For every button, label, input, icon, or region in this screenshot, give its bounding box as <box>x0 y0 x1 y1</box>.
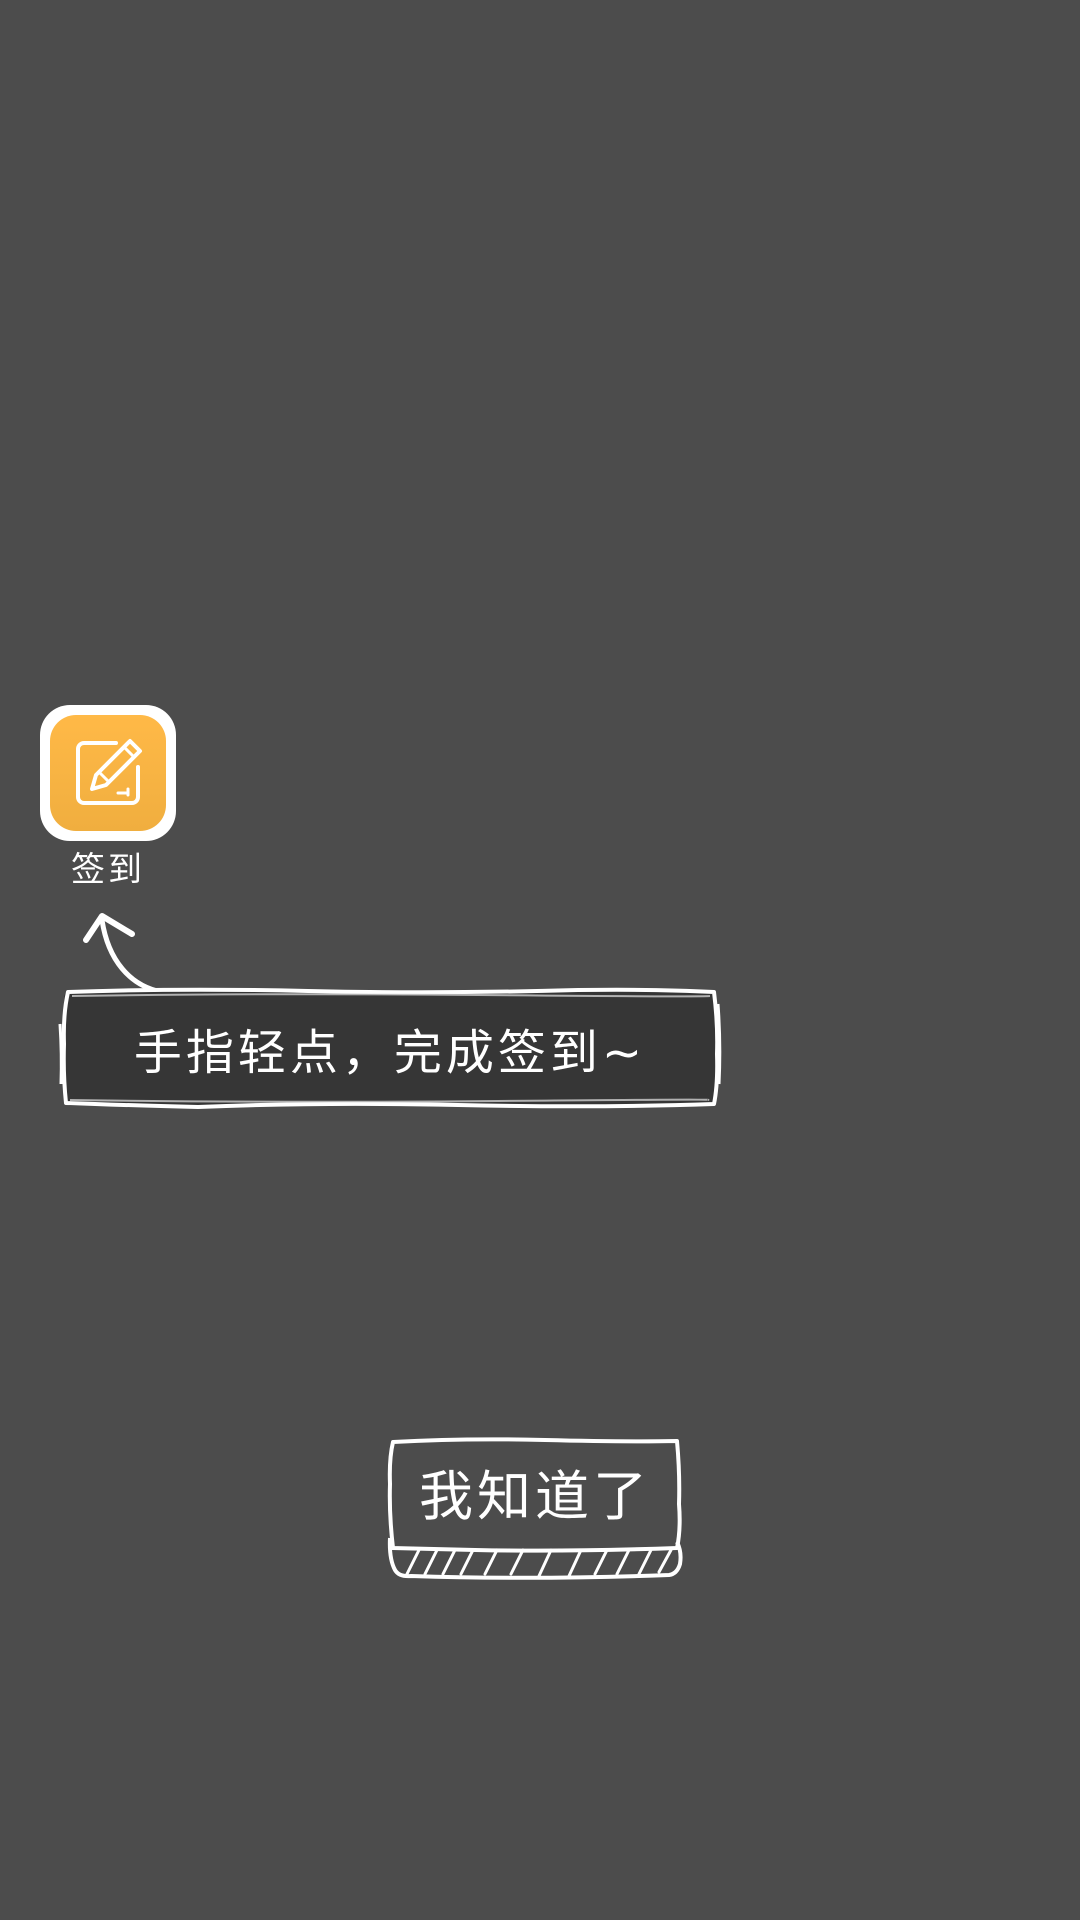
checkin-icon-background <box>50 715 166 831</box>
checkin-button[interactable] <box>40 705 176 841</box>
edit-pencil-icon <box>76 739 142 805</box>
got-it-button[interactable]: 我知道了 <box>385 1434 685 1582</box>
got-it-label: 我知道了 <box>419 1464 651 1528</box>
checkin-label: 签到 <box>71 850 145 890</box>
tip-bubble: 手指轻点，完成签到~ <box>58 987 722 1109</box>
guide-overlay: 签到 手指轻点，完成签到~ 我知道了 <box>0 0 1080 1920</box>
tip-text: 手指轻点，完成签到~ <box>133 1025 647 1081</box>
